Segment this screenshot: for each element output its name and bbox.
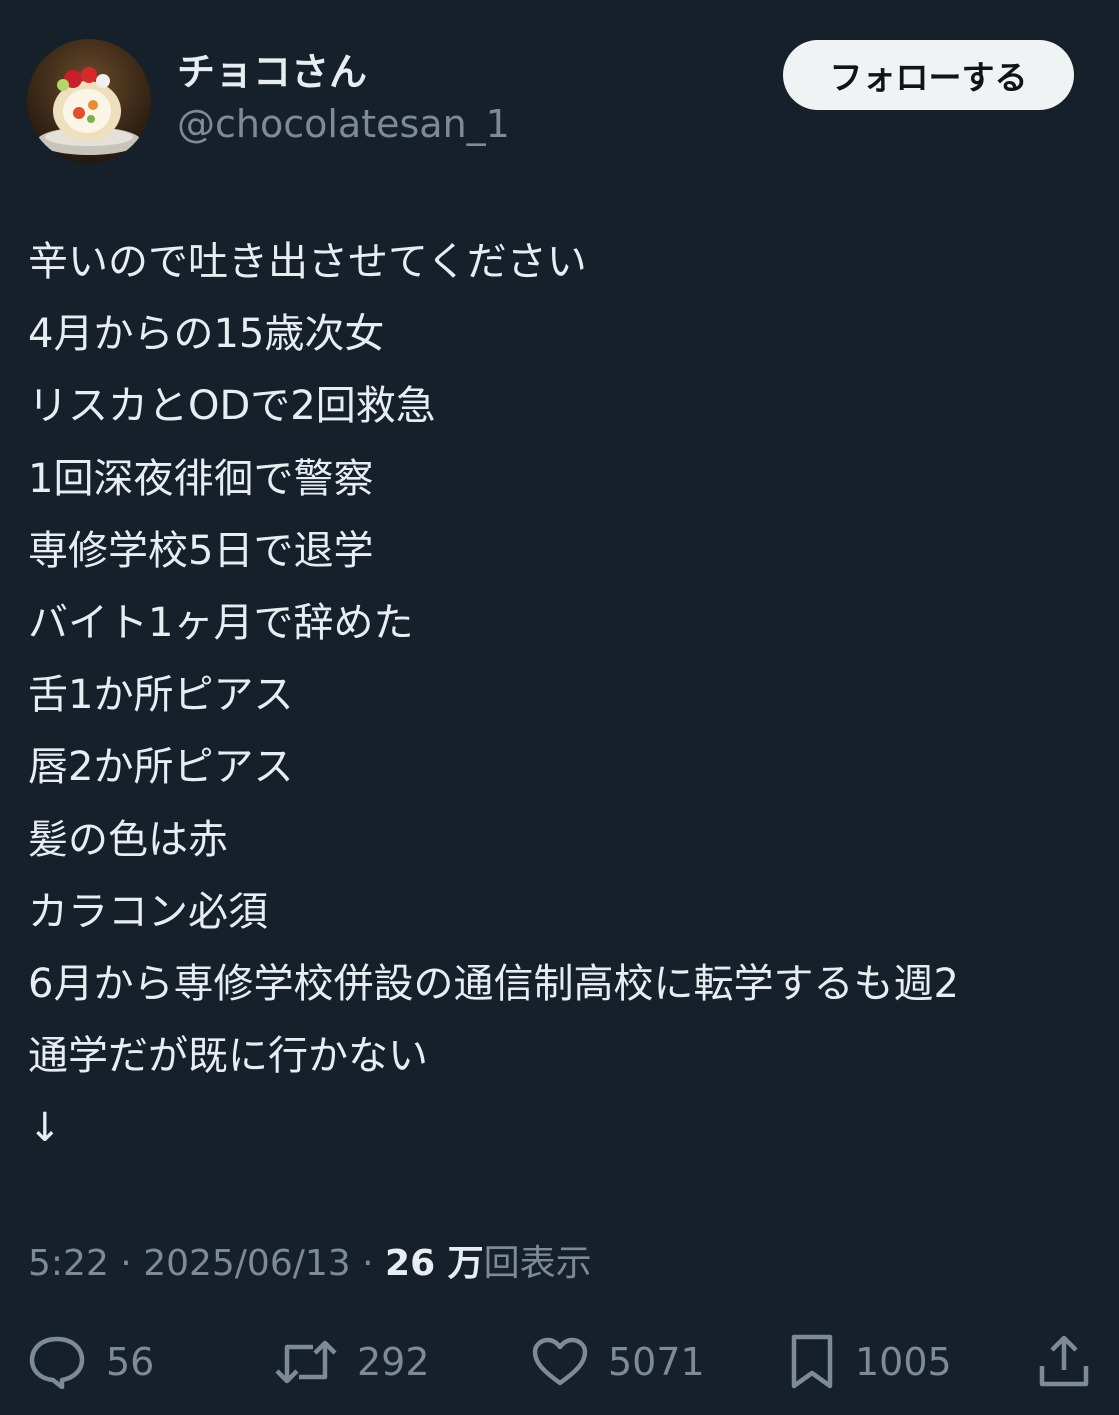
avatar[interactable] xyxy=(27,39,151,163)
tweet-time[interactable]: 5:22 xyxy=(28,1243,109,1284)
views-label: 回表示 xyxy=(483,1243,592,1284)
reply-button[interactable]: 56 xyxy=(28,1330,154,1394)
tweet-line: 辛いので吐き出させてください xyxy=(28,239,587,285)
views-count: 26 万 xyxy=(385,1243,484,1284)
tweet-date[interactable]: 2025/06/13 xyxy=(143,1243,351,1284)
tweet-meta: 5:22 · 2025/06/13 · 26 万回表示 xyxy=(28,1240,592,1288)
tweet: チョコさん @chocolatesan_1 フォローする 辛いので吐き出させてく… xyxy=(0,0,1119,1415)
share-button[interactable] xyxy=(1036,1330,1092,1394)
reply-icon xyxy=(29,1336,85,1389)
tweet-line: 髪の色は赤 xyxy=(28,816,228,863)
meta-separator: · xyxy=(108,1243,144,1284)
meta-separator: · xyxy=(350,1243,386,1284)
bookmark-button[interactable]: 1005 xyxy=(789,1330,952,1394)
tweet-line: 唇2か所ピアス xyxy=(28,744,294,791)
tweet-line: 1回深夜徘徊で警察 xyxy=(28,455,374,502)
share-icon xyxy=(1039,1335,1089,1387)
reply-count: 56 xyxy=(106,1340,155,1384)
tweet-body: 辛いので吐き出させてください 4月からの15歳次女 リスカとODで2回救急 1回… xyxy=(28,226,1088,1165)
like-count: 5071 xyxy=(608,1340,705,1384)
tweet-line: ↓ xyxy=(28,1105,62,1152)
handle[interactable]: @chocolatesan_1 xyxy=(177,100,510,148)
heart-icon xyxy=(532,1337,588,1386)
tweet-line: 4月からの15歳次女 xyxy=(28,311,385,358)
bookmark-count: 1005 xyxy=(855,1340,952,1384)
retweet-icon xyxy=(275,1340,337,1384)
tweet-line: 専修学校5日で退学 xyxy=(28,527,374,574)
display-name[interactable]: チョコさん xyxy=(177,48,367,96)
retweet-button[interactable]: 292 xyxy=(275,1330,430,1394)
tweet-line: 舌1か所ピアス xyxy=(28,672,294,719)
like-button[interactable]: 5071 xyxy=(532,1330,705,1394)
bookmark-icon xyxy=(791,1334,833,1389)
tweet-line: リスカとODで2回救急 xyxy=(28,383,436,430)
roll-cake-avatar-icon xyxy=(27,39,151,163)
follow-button[interactable]: フォローする xyxy=(783,40,1074,110)
retweet-count: 292 xyxy=(357,1340,430,1384)
tweet-line: 6月から専修学校併設の通信制高校に転学するも週2 xyxy=(28,961,959,1008)
tweet-line: 通学だが既に行かない xyxy=(28,1033,428,1080)
tweet-line: カラコン必須 xyxy=(28,888,268,935)
tweet-line: バイト1ヶ月で辞めた xyxy=(28,600,414,647)
